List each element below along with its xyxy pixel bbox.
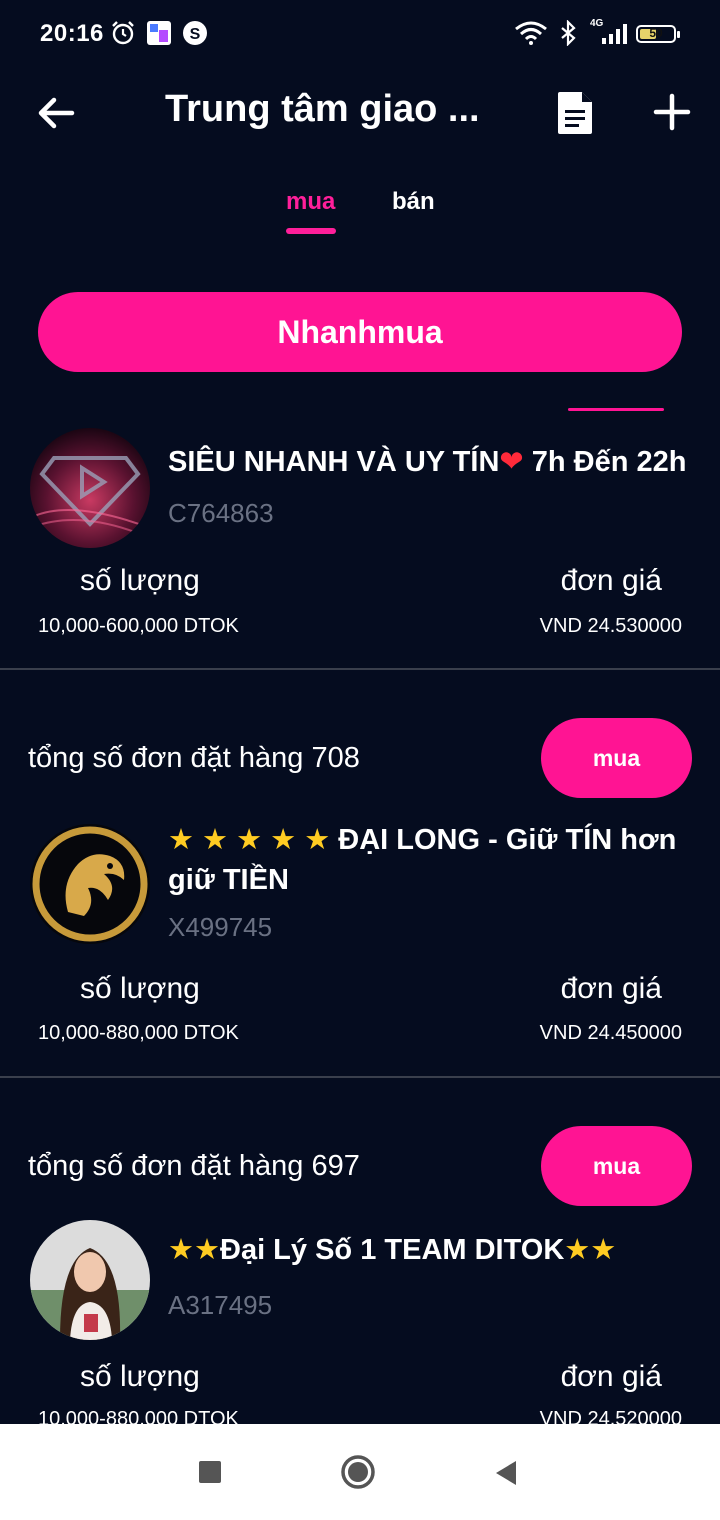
heart-emoji-icon: ❤ <box>499 446 524 478</box>
listing-card: SIÊU NHANH VÀ UY TÍN❤ 7h Đến 22h C764863… <box>0 400 720 670</box>
unit-price-value: VND 24.530000 <box>539 615 682 637</box>
signal-icon <box>602 24 627 44</box>
quantity-range: 10,000-880,000 DTOK <box>38 1022 239 1044</box>
seller-code: X499745 <box>168 912 273 942</box>
alarm-icon <box>112 21 134 45</box>
seller-avatar <box>30 1220 150 1340</box>
seller-name-suffix: 7h Đến 22h <box>523 446 687 478</box>
tab-bar: mua bán <box>0 180 720 250</box>
unit-price-label: đơn giá <box>560 972 662 1005</box>
seller-avatar <box>30 428 150 548</box>
wifi-icon <box>515 21 547 45</box>
listing-list[interactable]: SIÊU NHANH VÀ UY TÍN❤ 7h Đến 22h C764863… <box>0 400 720 1424</box>
listing-card: tổng số đơn đặt hàng 697 mua ★★Đại Lý Số… <box>0 1078 720 1424</box>
page-title: Trung tâm giao ... <box>165 88 480 130</box>
tab-sell[interactable]: bán <box>392 188 435 216</box>
back-arrow-icon[interactable] <box>34 90 80 136</box>
quantity-range: 10,000-600,000 DTOK <box>38 615 239 637</box>
svg-text:S: S <box>190 26 201 43</box>
tab-buy[interactable]: mua <box>286 188 335 216</box>
recents-square-icon[interactable] <box>198 1460 222 1484</box>
plus-icon[interactable] <box>652 92 692 132</box>
unit-price-value: VND 24.450000 <box>539 1022 682 1044</box>
status-bar: 20:16 S 4G 50 <box>0 0 720 68</box>
battery-level: 50 <box>649 26 663 40</box>
unit-price-value: VND 24.520000 <box>539 1408 682 1424</box>
gallery-app-icon <box>147 21 171 45</box>
bluetooth-icon <box>561 20 576 46</box>
star-icons: ★ ★ ★ ★ ★ <box>168 824 331 856</box>
app-bar: Trung tâm giao ... <box>0 68 720 158</box>
back-triangle-icon[interactable] <box>494 1459 518 1487</box>
quantity-label: số lượng <box>80 1360 200 1393</box>
seller-code: C764863 <box>168 498 274 528</box>
seller-name-text: Đại Lý Số 1 TEAM DITOK <box>220 1234 565 1266</box>
s-app-icon: S <box>183 21 207 45</box>
buy-button[interactable]: mua <box>541 718 692 798</box>
seller-name: ★ ★ ★ ★ ★ ĐẠI LONG - Giữ TÍN hơn giữ TIỀ… <box>168 820 698 900</box>
tab-indicator <box>286 228 336 234</box>
star-icons-left: ★★ <box>168 1234 220 1266</box>
system-nav-bar <box>0 1424 720 1520</box>
seller-name: SIÊU NHANH VÀ UY TÍN❤ 7h Đến 22h <box>168 442 698 482</box>
quantity-range: 10,000-880,000 DTOK <box>38 1408 239 1424</box>
buy-button[interactable]: mua <box>541 1126 692 1206</box>
seller-avatar <box>30 824 150 944</box>
unit-price-label: đơn giá <box>560 564 662 597</box>
seller-name-text: SIÊU NHANH VÀ UY TÍN <box>168 446 500 478</box>
seller-code: A317495 <box>168 1290 273 1320</box>
star-icons-right: ★★ <box>564 1234 617 1266</box>
quantity-label: số lượng <box>80 564 200 597</box>
quick-buy-button[interactable]: Nhanhmua <box>38 292 682 372</box>
order-count: tổng số đơn đặt hàng 708 <box>28 742 360 774</box>
document-icon[interactable] <box>556 90 596 136</box>
home-circle-icon[interactable] <box>340 1454 376 1490</box>
seller-name: ★★Đại Lý Số 1 TEAM DITOK★★ <box>168 1230 698 1270</box>
status-time: 20:16 <box>40 20 104 47</box>
battery-icon: 50 <box>636 25 680 43</box>
quantity-label: số lượng <box>80 972 200 1005</box>
order-count: tổng số đơn đặt hàng 697 <box>28 1150 360 1182</box>
unit-price-label: đơn giá <box>560 1360 662 1393</box>
listing-card: tổng số đơn đặt hàng 708 mua ★ ★ ★ ★ ★ Đ… <box>0 670 720 1076</box>
